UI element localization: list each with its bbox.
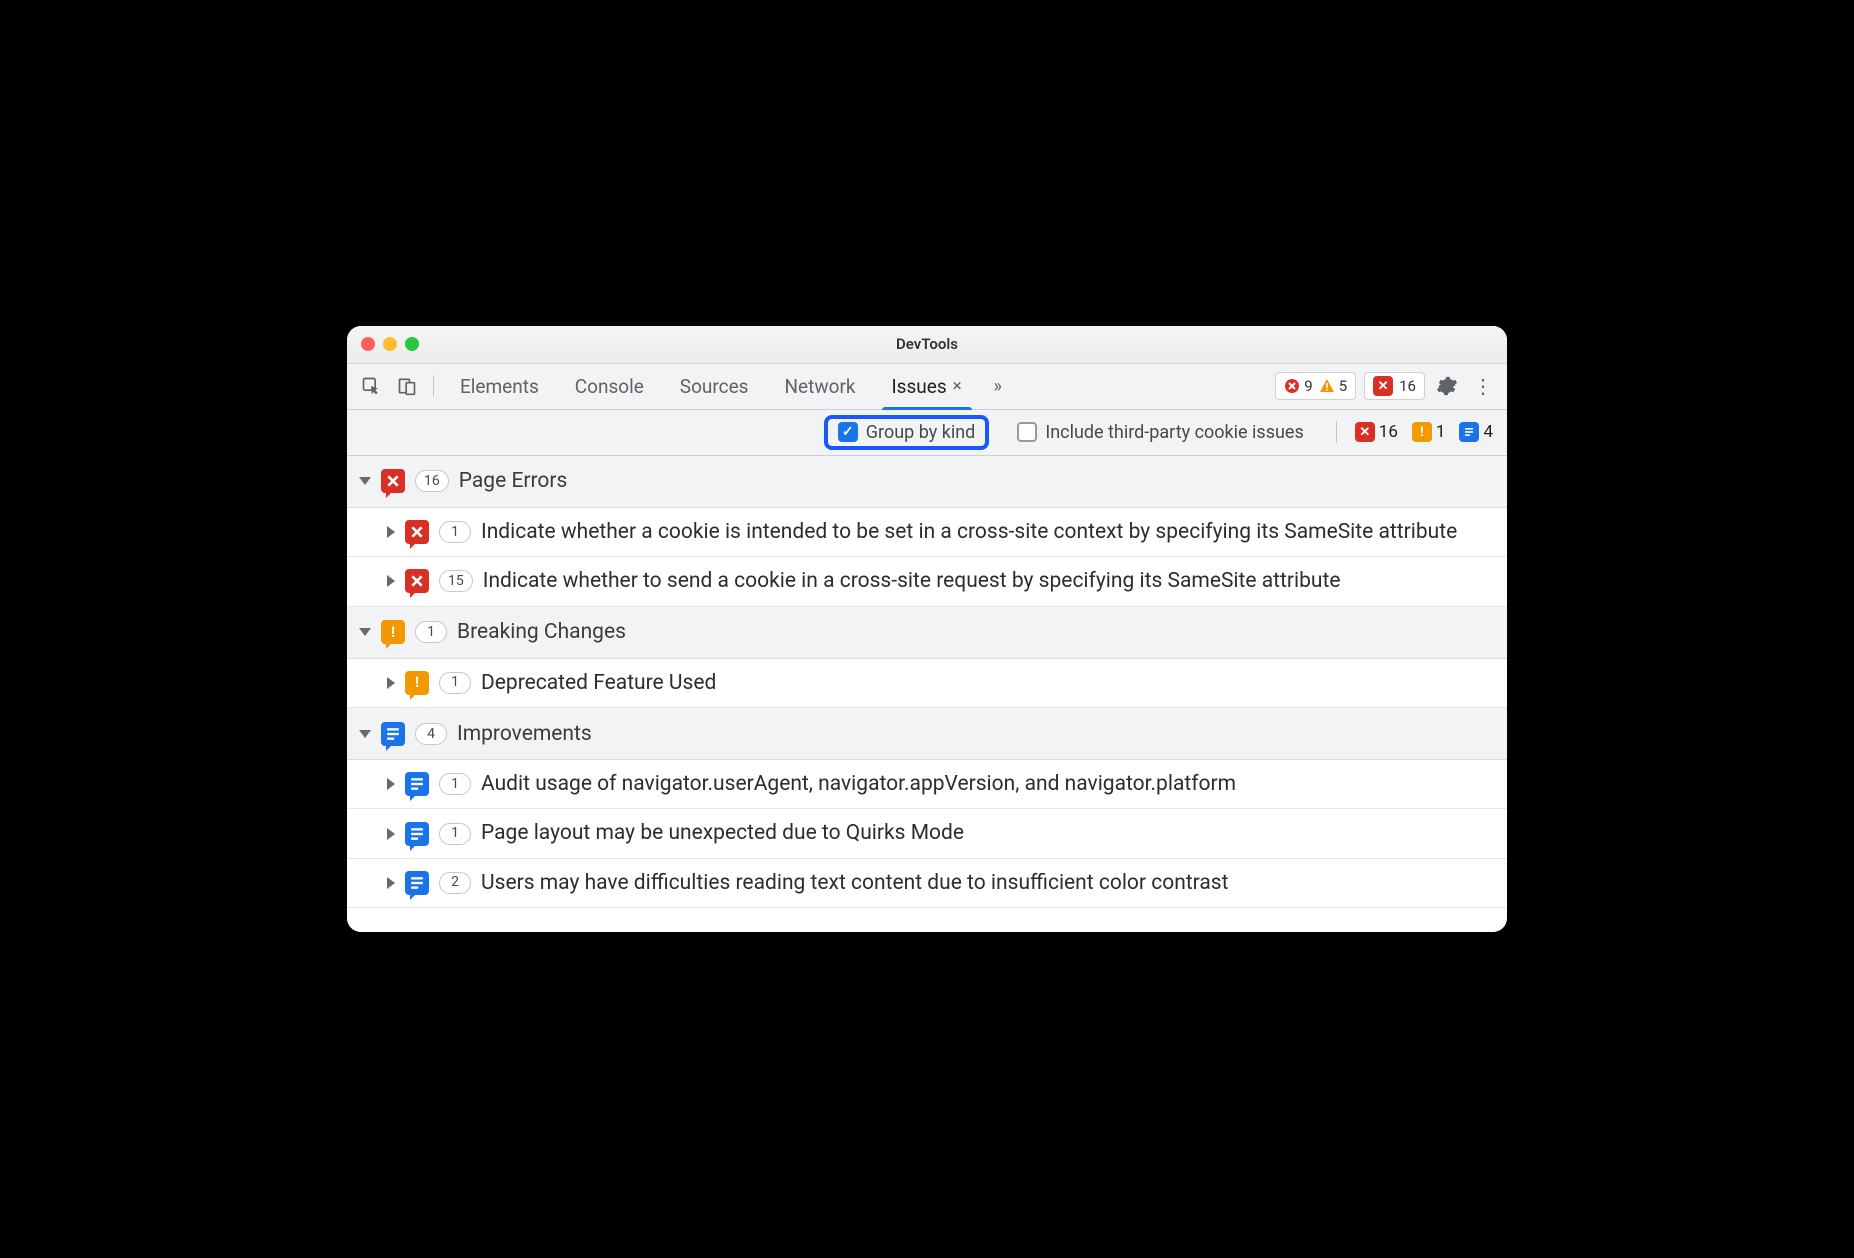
console-status-errors-warnings[interactable]: 9 5 [1275,372,1356,400]
error-badge-icon: ✕ [1355,422,1375,442]
tab-elements[interactable]: Elements [446,364,553,409]
group-count-badge: 1 [415,621,447,643]
expand-toggle-icon [359,477,371,485]
expand-toggle-icon [387,575,395,587]
close-tab-icon[interactable]: × [953,376,962,396]
group-count-badge: 16 [415,470,449,492]
error-count: 9 [1304,377,1312,395]
issues-filterbar: Group by kind Include third-party cookie… [347,410,1507,456]
error-speech-icon [381,469,405,493]
checkbox-unchecked-icon [1017,422,1037,442]
include-third-party-checkbox[interactable]: Include third-party cookie issues [1007,419,1313,446]
expand-toggle-icon [387,877,395,889]
issue-row[interactable]: ! 1 Deprecated Feature Used [347,659,1507,708]
total-issue-count: 16 [1399,377,1416,395]
error-speech-icon [405,569,429,593]
group-title: Improvements [457,722,592,746]
group-by-kind-checkbox[interactable]: Group by kind [824,415,990,450]
minimize-window-button[interactable] [383,337,397,351]
issue-count-badge: 1 [439,823,471,845]
issue-row[interactable]: 15 Indicate whether to send a cookie in a… [347,557,1507,606]
devtools-window: DevTools Elements Console Sources Networ… [347,326,1507,932]
divider [1336,421,1337,443]
info-speech-icon [405,871,429,895]
group-title: Breaking Changes [457,620,626,644]
error-count-chip[interactable]: ✕ 16 [1355,422,1398,442]
divider [433,375,434,397]
error-speech-icon [405,520,429,544]
group-header-breaking-changes[interactable]: ! 1 Breaking Changes [347,607,1507,659]
tabs-overflow-icon[interactable]: » [984,372,1012,400]
toggle-device-toolbar-icon[interactable] [393,372,421,400]
info-count-chip[interactable]: 4 [1459,422,1493,442]
window-title: DevTools [347,335,1507,353]
expand-toggle-icon [359,730,371,738]
expand-toggle-icon [387,778,395,790]
issue-title: Deprecated Feature Used [481,669,1495,697]
group-header-page-errors[interactable]: 16 Page Errors [347,456,1507,508]
warning-speech-icon: ! [381,620,405,644]
warning-icon [1319,378,1335,394]
issue-row[interactable]: 1 Audit usage of navigator.userAgent, nav… [347,760,1507,809]
issue-row[interactable]: 1 Page layout may be unexpected due to Qu… [347,809,1507,858]
warning-count: 5 [1339,377,1347,395]
issue-count-badge: 2 [439,872,471,894]
group-title: Page Errors [459,469,568,493]
error-badge-icon: ✕ [1373,376,1393,396]
warning-count-chip[interactable]: ! 1 [1412,422,1446,442]
issue-title: Indicate whether a cookie is intended to… [481,518,1495,546]
inspect-element-icon[interactable] [357,372,385,400]
info-badge-icon [1459,422,1479,442]
issue-count-badge: 15 [439,570,473,592]
issue-title: Indicate whether to send a cookie in a c… [483,567,1495,595]
info-speech-icon [405,822,429,846]
issue-row[interactable]: 1 Indicate whether a cookie is intended t… [347,508,1507,557]
error-icon [1284,378,1300,394]
issue-title: Users may have difficulties reading text… [481,869,1495,897]
issues-status-total[interactable]: ✕ 16 [1364,372,1425,400]
expand-toggle-icon [387,526,395,538]
expand-toggle-icon [359,628,371,636]
include-third-party-label: Include third-party cookie issues [1045,422,1303,443]
issue-title: Page layout may be unexpected due to Qui… [481,819,1495,847]
issue-row[interactable]: 2 Users may have difficulties reading tex… [347,859,1507,908]
issues-list: 16 Page Errors 1 Indicate whether a cookie … [347,456,1507,908]
footer-spacer [347,908,1507,932]
settings-gear-icon[interactable] [1433,372,1461,400]
traffic-lights [347,337,419,351]
group-header-improvements[interactable]: 4 Improvements [347,708,1507,760]
zoom-window-button[interactable] [405,337,419,351]
tab-network[interactable]: Network [770,364,869,409]
expand-toggle-icon [387,828,395,840]
group-by-kind-label: Group by kind [866,422,976,443]
tab-console[interactable]: Console [561,364,658,409]
warning-speech-icon: ! [405,671,429,695]
expand-toggle-icon [387,677,395,689]
main-tabbar: Elements Console Sources Network Issues … [347,364,1507,410]
checkbox-checked-icon [838,422,858,442]
close-window-button[interactable] [361,337,375,351]
issue-title: Audit usage of navigator.userAgent, navi… [481,770,1495,798]
tab-issues-label: Issues [892,375,947,398]
titlebar: DevTools [347,326,1507,364]
info-speech-icon [405,772,429,796]
warning-badge-icon: ! [1412,422,1432,442]
issue-count-badge: 1 [439,521,471,543]
tab-sources[interactable]: Sources [666,364,763,409]
issue-count-badge: 1 [439,672,471,694]
more-options-icon[interactable]: ⋮ [1469,372,1497,400]
issue-count-badge: 1 [439,773,471,795]
group-count-badge: 4 [415,723,447,745]
info-speech-icon [381,722,405,746]
tab-issues[interactable]: Issues × [878,364,976,409]
